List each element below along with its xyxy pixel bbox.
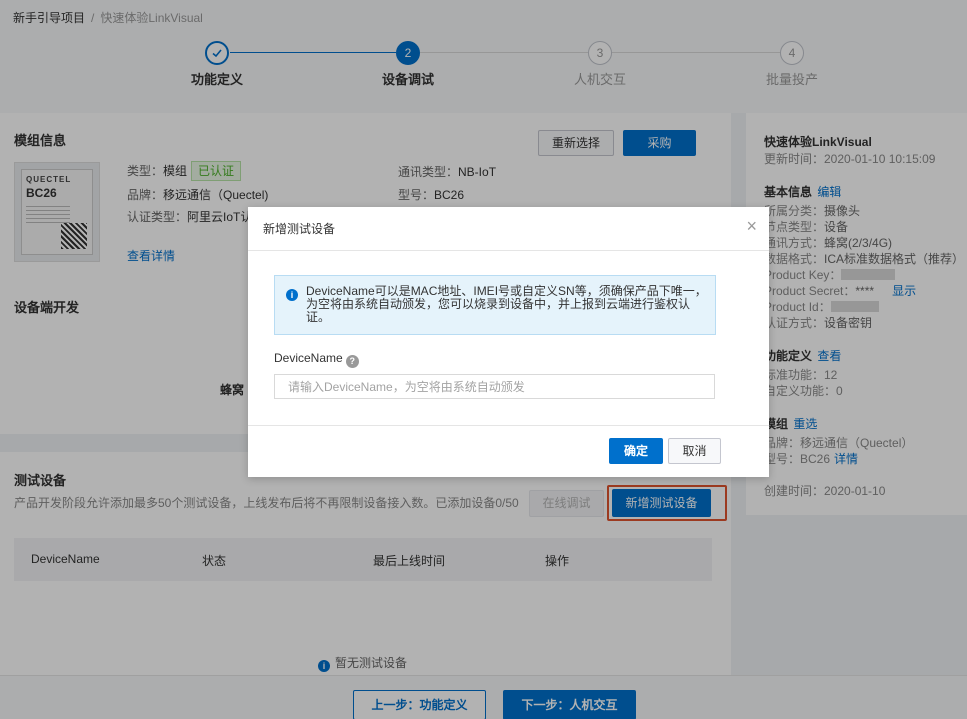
dialog-header-divider bbox=[248, 250, 769, 251]
info-alert: i DeviceName可以是MAC地址、IMEI号或自定义SN等，须确保产品下… bbox=[274, 275, 716, 335]
add-device-dialog: 新增测试设备 × i DeviceName可以是MAC地址、IMEI号或自定义S… bbox=[248, 207, 769, 477]
dialog-footer-divider bbox=[248, 425, 769, 426]
devicename-label-text: DeviceName bbox=[274, 351, 343, 365]
confirm-button[interactable]: 确定 bbox=[609, 438, 663, 464]
dialog-title: 新增测试设备 bbox=[263, 222, 336, 236]
help-icon[interactable]: ? bbox=[345, 355, 359, 368]
devicename-input[interactable] bbox=[274, 374, 715, 399]
alert-info-icon: i bbox=[286, 289, 298, 301]
cancel-button[interactable]: 取消 bbox=[668, 438, 721, 464]
devicename-label: DeviceName? bbox=[274, 351, 359, 368]
close-icon[interactable]: × bbox=[746, 217, 757, 235]
alert-text: DeviceName可以是MAC地址、IMEI号或自定义SN等，须确保产品下唯一… bbox=[306, 284, 707, 324]
